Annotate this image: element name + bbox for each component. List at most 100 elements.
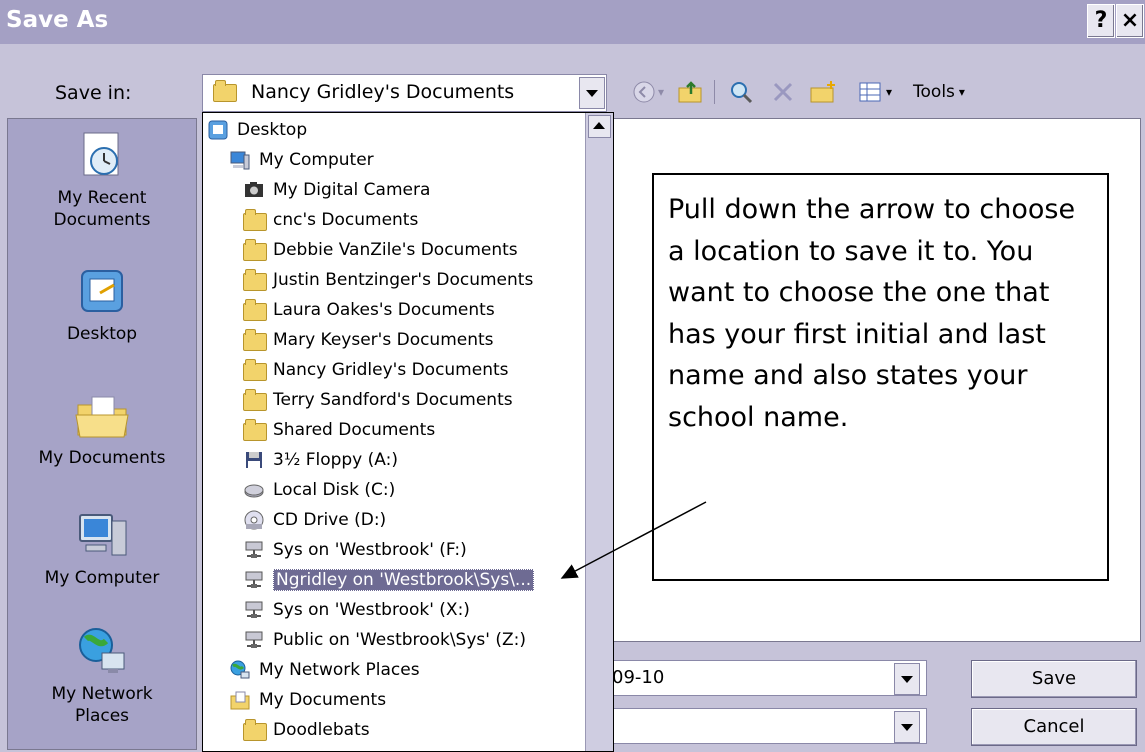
folder-icon [243, 389, 267, 411]
dropdown-item[interactable]: Terry Sandford's Documents [243, 385, 513, 415]
up-folder-button[interactable] [674, 74, 708, 110]
save-in-label: Save in: [55, 82, 132, 104]
back-icon [633, 81, 655, 103]
folder-icon [213, 80, 237, 102]
save-in-dropdown-list[interactable]: Doodlebats My Documents My Network Places P… [202, 112, 614, 752]
dropdown-item[interactable]: Nancy Gridley's Documents [243, 355, 509, 385]
place-label: Places [74, 706, 130, 726]
dropdown-item[interactable]: cnc's Documents [243, 205, 418, 235]
dropdown-item-label: Doodlebats [273, 720, 370, 740]
desktop-icon [81, 270, 123, 312]
dropdown-item[interactable]: Ngridley on 'Westbrook\Sys\... [243, 565, 535, 595]
folder-icon [243, 239, 267, 261]
tools-label: Tools [913, 82, 955, 102]
network-drive-icon [243, 539, 265, 561]
recent-documents-icon [83, 132, 119, 176]
folder-icon [243, 329, 267, 351]
window-title: Save As [6, 7, 109, 33]
dropdown-item[interactable]: My Documents [229, 685, 386, 715]
place-label: Documents [53, 210, 151, 230]
dropdown-item[interactable]: Shared Documents [243, 415, 435, 445]
dropdown-item[interactable]: Doodlebats [243, 715, 370, 745]
instruction-callout: Pull down the arrow to choose a location… [652, 173, 1109, 581]
dropdown-item-label: Nancy Gridley's Documents [273, 360, 509, 380]
folder-icon [243, 269, 267, 291]
dropdown-item[interactable]: Sys on 'Westbrook' (F:) [243, 535, 467, 565]
places-bar: My Recent Documents Desktop My Documents… [7, 118, 197, 750]
folder-icon [243, 719, 267, 741]
file-name-value: 09-10 [612, 667, 665, 688]
network-places-icon [229, 659, 251, 681]
dropdown-item[interactable]: 3½ Floppy (A:) [243, 445, 398, 475]
dropdown-item[interactable]: My Digital Camera [243, 175, 430, 205]
dropdown-item[interactable]: Desktop [207, 115, 307, 145]
dropdown-item-label: CD Drive (D:) [273, 510, 387, 530]
network-drive-icon [243, 599, 265, 621]
dropdown-item-label: Terry Sandford's Documents [273, 390, 513, 410]
delete-icon [773, 82, 793, 102]
help-button[interactable]: ? [1087, 4, 1115, 38]
dropdown-scrollbar[interactable] [585, 113, 613, 751]
dropdown-item[interactable]: Debbie VanZile's Documents [243, 235, 518, 265]
dropdown-item[interactable]: CD Drive (D:) [243, 505, 386, 535]
place-desktop[interactable]: Desktop [8, 263, 196, 345]
views-icon [859, 82, 881, 102]
place-label: Desktop [66, 324, 138, 344]
dropdown-item-label: Local Disk (C:) [273, 480, 396, 500]
dropdown-item-label: Public on 'Westbrook\Sys' (Z:) [273, 630, 526, 650]
dropdown-item-label: My Digital Camera [273, 180, 431, 200]
place-my-documents[interactable]: My Documents [8, 387, 196, 469]
tools-menu-button[interactable]: Tools ▾ [904, 74, 974, 110]
save-in-dropdown-button[interactable] [579, 77, 605, 109]
search-web-icon [731, 82, 753, 104]
dropdown-item[interactable]: My Network Places [229, 655, 420, 685]
place-label: My Network [51, 684, 153, 704]
computer-icon [229, 149, 251, 171]
dropdown-item-label: Sys on 'Westbrook' (X:) [273, 600, 470, 620]
save-in-combo[interactable]: Nancy Gridley's Documents [202, 74, 607, 112]
folder-icon [243, 419, 267, 441]
place-my-computer[interactable]: My Computer [8, 507, 196, 589]
disk-icon [243, 479, 265, 501]
place-my-network-places[interactable]: My Network Places [8, 623, 196, 727]
dropdown-item[interactable]: Mary Keyser's Documents [243, 325, 494, 355]
cd-icon [243, 509, 265, 531]
search-web-button[interactable] [724, 74, 758, 110]
dropdown-item-label: Shared Documents [273, 420, 436, 440]
dropdown-item[interactable]: My Computer [229, 145, 374, 175]
views-button[interactable]: ▾ [850, 74, 900, 110]
dropdown-item-label: My Network Places [259, 660, 420, 680]
network-places-icon [79, 628, 125, 673]
save-as-type-select[interactable] [607, 708, 927, 744]
floppy-icon [243, 449, 265, 471]
dropdown-item[interactable]: Public on 'Westbrook\Sys' (Z:) [243, 625, 526, 655]
place-my-recent-documents[interactable]: My Recent Documents [8, 127, 196, 231]
place-label: My Recent [57, 188, 147, 208]
dropdown-item-label: cnc's Documents [273, 210, 419, 230]
dropdown-item-label: Desktop [237, 120, 308, 140]
save-as-type-dropdown-button[interactable] [894, 711, 920, 743]
save-button[interactable]: Save [971, 660, 1137, 698]
dropdown-item[interactable]: Sys on 'Westbrook' (X:) [243, 595, 470, 625]
dropdown-item-label: Laura Oakes's Documents [273, 300, 495, 320]
my-computer-icon [79, 514, 127, 556]
network-drive-icon [243, 569, 265, 591]
folder-icon [243, 209, 267, 231]
dropdown-item-label: Justin Bentzinger's Documents [273, 270, 534, 290]
new-folder-icon [810, 81, 835, 103]
dropdown-item-label: Debbie VanZile's Documents [273, 240, 518, 260]
file-name-input[interactable]: 09-10 [607, 660, 927, 696]
scroll-up-button[interactable] [588, 115, 611, 138]
folder-icon [243, 299, 267, 321]
dropdown-item-label: 3½ Floppy (A:) [273, 450, 398, 470]
file-name-dropdown-button[interactable] [894, 663, 920, 695]
back-button[interactable]: ▾ [628, 74, 668, 110]
camera-icon [243, 179, 265, 201]
cancel-button[interactable]: Cancel [971, 708, 1137, 746]
dropdown-item[interactable]: Justin Bentzinger's Documents [243, 265, 533, 295]
dropdown-item[interactable]: Laura Oakes's Documents [243, 295, 495, 325]
close-button[interactable]: × [1116, 4, 1144, 38]
dropdown-item[interactable]: Local Disk (C:) [243, 475, 395, 505]
new-folder-button[interactable] [806, 74, 840, 110]
delete-button[interactable] [766, 74, 800, 110]
